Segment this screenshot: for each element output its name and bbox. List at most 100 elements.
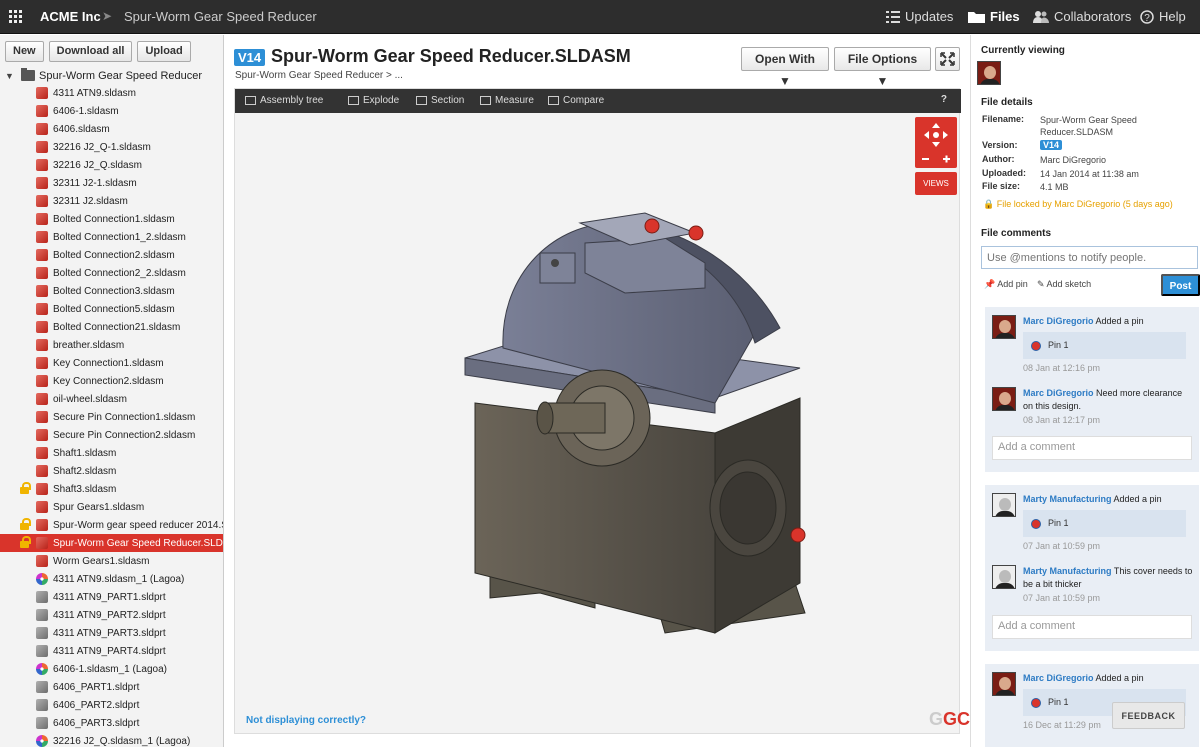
tree-item[interactable]: Spur-Worm gear speed reducer 2014.SLD xyxy=(0,516,224,534)
tree-item[interactable]: 6406_PART2.sldprt xyxy=(0,696,223,714)
apps-grid-icon[interactable] xyxy=(9,10,23,24)
comment-text: Marty Manufacturing Added a pin xyxy=(1023,493,1193,506)
tree-item[interactable]: 32216 J2_Q-1.sldasm xyxy=(0,138,223,156)
comment-input[interactable] xyxy=(981,246,1198,269)
tree-item[interactable]: 32216 J2_Q.sldasm xyxy=(0,156,223,174)
open-with-button[interactable]: Open With ▼ xyxy=(741,47,829,88)
breadcrumb-project[interactable]: Spur-Worm Gear Speed Reducer xyxy=(124,9,317,24)
viewer-avatar[interactable] xyxy=(977,61,1001,85)
tree-item[interactable]: oil-wheel.sldasm xyxy=(0,390,223,408)
tree-item[interactable]: Bolted Connection21.sldasm xyxy=(0,318,223,336)
fullscreen-button[interactable] xyxy=(935,47,960,71)
nav-collaborators[interactable]: Collaborators xyxy=(1033,9,1131,24)
add-comment-field[interactable]: Add a comment xyxy=(992,615,1192,639)
explode-tool[interactable]: Explode xyxy=(348,95,399,106)
tree-item-label: 6406-1.sldasm xyxy=(53,105,119,117)
add-sketch-button[interactable]: ✎ Add sketch xyxy=(1037,279,1091,290)
tree-item[interactable]: 6406.sldasm xyxy=(0,120,223,138)
tree-item[interactable]: Spur Gears1.sldasm xyxy=(0,498,223,516)
comment-author[interactable]: Marty Manufacturing xyxy=(1023,494,1112,504)
tree-item[interactable]: 6406_PART3.sldprt xyxy=(0,714,223,732)
new-button[interactable]: New xyxy=(5,41,44,62)
tree-item[interactable]: 32311 J2.sldasm xyxy=(0,192,223,210)
assembly-tree-tool[interactable]: Assembly tree xyxy=(245,95,323,106)
tree-item[interactable]: Key Connection2.sldasm xyxy=(0,372,223,390)
tree-item[interactable]: Bolted Connection2.sldasm xyxy=(0,246,223,264)
tree-item[interactable]: Shaft3.sldasm xyxy=(0,480,223,498)
comment-author[interactable]: Marc DiGregorio xyxy=(1023,673,1094,683)
file-comments-heading: File comments xyxy=(981,228,1052,239)
tree-item[interactable]: Bolted Connection1_2.sldasm xyxy=(0,228,223,246)
tree-item[interactable]: 6406-1.sldasm xyxy=(0,102,223,120)
tree-item[interactable]: Secure Pin Connection2.sldasm xyxy=(0,426,223,444)
tree-item[interactable]: 4311 ATN9.sldasm_1 (Lagoa) xyxy=(0,570,223,588)
tree-item[interactable]: 4311 ATN9.sldasm xyxy=(0,84,223,102)
nav-help-label: Help xyxy=(1159,9,1186,24)
gear-reducer-model[interactable] xyxy=(235,113,961,735)
comment-time: 07 Jan at 10:59 pm xyxy=(1023,541,1101,551)
updates-icon xyxy=(886,10,900,23)
views-button[interactable]: VIEWS xyxy=(915,172,957,195)
compare-icon xyxy=(548,96,559,105)
tree-item[interactable]: Worm Gears1.sldasm xyxy=(0,552,223,570)
pin-label: Pin 1 xyxy=(1048,697,1069,707)
reply-text: Marty Manufacturing This cover needs to … xyxy=(1023,565,1193,591)
navigation-pad[interactable] xyxy=(915,117,957,168)
fullscreen-icon xyxy=(940,52,955,66)
tree-item[interactable]: Bolted Connection1.sldasm xyxy=(0,210,223,228)
viewer-help-button[interactable]: ? xyxy=(941,94,947,105)
tree-item[interactable]: Bolted Connection5.sldasm xyxy=(0,300,223,318)
feedback-button[interactable]: FEEDBACK xyxy=(1112,702,1185,729)
comment-author[interactable]: Marc DiGregorio xyxy=(1023,316,1094,326)
nav-help[interactable]: ? Help xyxy=(1140,9,1186,24)
expand-triangle-icon[interactable]: ▼ xyxy=(5,71,21,81)
tree-item[interactable]: Shaft2.sldasm xyxy=(0,462,223,480)
compare-tool[interactable]: Compare xyxy=(548,95,604,106)
tree-item[interactable]: Secure Pin Connection1.sldasm xyxy=(0,408,223,426)
tree-item[interactable]: 6406-1.sldasm_1 (Lagoa) xyxy=(0,660,223,678)
3d-viewer[interactable]: Assembly tree Explode Section Measure Co… xyxy=(234,88,970,735)
add-pin-button[interactable]: 📌 Add pin xyxy=(984,279,1028,290)
nav-files[interactable]: Files xyxy=(968,9,1020,24)
post-button[interactable]: Post xyxy=(1161,274,1200,296)
tree-root-folder[interactable]: ▼ Spur-Worm Gear Speed Reducer xyxy=(0,67,223,84)
lagoa-file-icon xyxy=(36,573,48,585)
tree-item-label: Spur Gears1.sldasm xyxy=(53,501,145,513)
file-options-button[interactable]: File Options ▼ xyxy=(834,47,931,88)
pin-reference[interactable]: Pin 1 xyxy=(1023,332,1186,359)
assembly-tree-label: Assembly tree xyxy=(260,95,324,106)
tree-item[interactable]: Bolted Connection2_2.sldasm xyxy=(0,264,223,282)
brand-name[interactable]: ACME Inc xyxy=(40,9,101,24)
tree-item[interactable]: 32216 J2_Q.sldasm_1 (Lagoa) xyxy=(0,732,223,747)
tree-item[interactable]: Spur-Worm Gear Speed Reducer.SLDASI xyxy=(0,534,223,552)
tree-item[interactable]: 6406_PART1.sldprt xyxy=(0,678,223,696)
tree-item[interactable]: 4311 ATN9_PART2.sldprt xyxy=(0,606,223,624)
tree-item[interactable]: 4311 ATN9_PART1.sldprt xyxy=(0,588,223,606)
reply-avatar xyxy=(992,565,1016,589)
not-displaying-link[interactable]: Not displaying correctly? xyxy=(246,715,366,726)
add-comment-field[interactable]: Add a comment xyxy=(992,436,1192,460)
measure-tool[interactable]: Measure xyxy=(480,95,534,106)
tree-item[interactable]: 4311 ATN9_PART3.sldprt xyxy=(0,624,223,642)
download-all-button[interactable]: Download all xyxy=(48,41,133,62)
upload-button[interactable]: Upload xyxy=(137,41,191,62)
add-sketch-label: Add sketch xyxy=(1046,279,1092,289)
reply-author[interactable]: Marc DiGregorio xyxy=(1023,388,1094,398)
tree-item[interactable]: breather.sldasm xyxy=(0,336,223,354)
file-breadcrumb[interactable]: Spur-Worm Gear Speed Reducer > ... xyxy=(235,70,403,81)
tree-item[interactable]: Shaft1.sldasm xyxy=(0,444,223,462)
tree-item[interactable]: Key Connection1.sldasm xyxy=(0,354,223,372)
assembly-file-icon xyxy=(36,537,48,549)
reply-time: 08 Jan at 12:17 pm xyxy=(1023,415,1101,425)
nav-updates[interactable]: Updates xyxy=(886,9,953,24)
top-bar: ACME Inc ➤ Spur-Worm Gear Speed Reducer … xyxy=(0,0,1200,34)
tree-item[interactable]: 32311 J2-1.sldasm xyxy=(0,174,223,192)
section-icon xyxy=(416,96,427,105)
tree-item[interactable]: Bolted Connection3.sldasm xyxy=(0,282,223,300)
reply-author[interactable]: Marty Manufacturing xyxy=(1023,566,1112,576)
tree-item-label: Spur-Worm gear speed reducer 2014.SLD xyxy=(53,519,224,531)
file-tree: ▼ Spur-Worm Gear Speed Reducer 4311 ATN9… xyxy=(0,67,224,747)
section-tool[interactable]: Section xyxy=(416,95,464,106)
tree-item[interactable]: 4311 ATN9_PART4.sldprt xyxy=(0,642,223,660)
pin-reference[interactable]: Pin 1 xyxy=(1023,510,1186,537)
